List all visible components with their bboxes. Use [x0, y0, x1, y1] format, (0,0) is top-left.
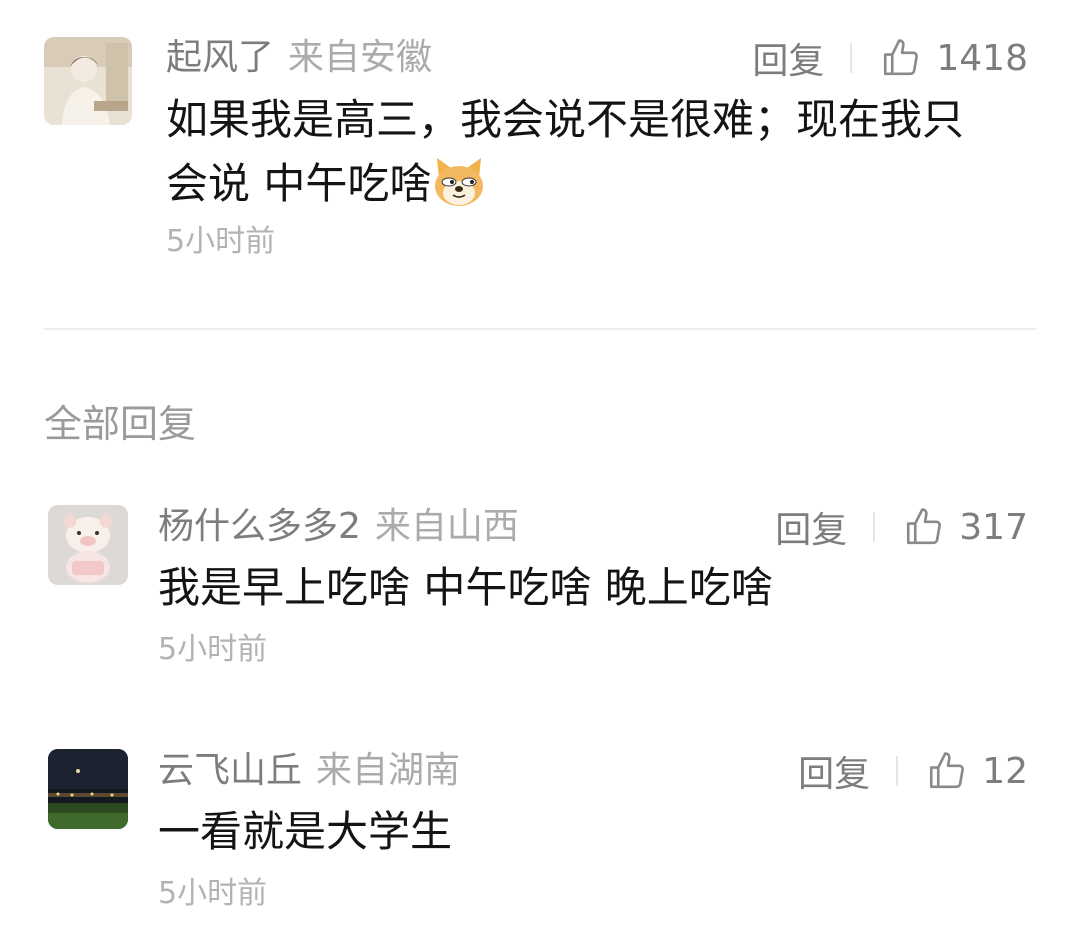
- like-button[interactable]: 1418: [880, 37, 1028, 79]
- like-button[interactable]: 317: [903, 506, 1028, 548]
- comment-text-line: 会说 中午吃啥: [166, 152, 964, 226]
- thumbs-up-icon: [907, 508, 942, 545]
- like-count: 317: [959, 506, 1028, 548]
- actions-divider: [850, 43, 853, 73]
- reply-location: 来自山西: [374, 506, 519, 547]
- reply-author-name[interactable]: 云飞山丘: [158, 750, 302, 791]
- avatar[interactable]: [44, 37, 132, 125]
- reply-location: 来自湖南: [316, 750, 461, 791]
- reply-actions: 回复 317: [775, 505, 1028, 552]
- comment-actions: 回复 1418: [752, 36, 1028, 83]
- reply-button[interactable]: 回复: [752, 32, 824, 84]
- thumbs-up-icon: [884, 39, 919, 76]
- reply-timestamp: 5小时前: [158, 876, 268, 911]
- comment-author-line: 起风了 来自安徽: [166, 36, 432, 80]
- comment-author-name[interactable]: 起风了: [166, 37, 274, 78]
- actions-divider: [896, 756, 899, 786]
- reply-text: 我是早上吃啥 中午吃啥 晚上吃啥: [158, 563, 773, 612]
- comment-location: 来自安徽: [288, 37, 433, 78]
- reply-actions: 回复 12: [798, 749, 1028, 796]
- reply-button[interactable]: 回复: [798, 745, 870, 797]
- avatar[interactable]: [48, 749, 128, 829]
- avatar-illustration-icon: [44, 37, 132, 125]
- comment-text-line: 如果我是高三，我会说不是很难；现在我只: [166, 95, 965, 144]
- like-count: 1418: [936, 37, 1028, 79]
- comment-timestamp: 5小时前: [166, 224, 276, 259]
- thumbs-up-icon: [930, 752, 965, 789]
- section-divider: [44, 328, 1036, 330]
- reply-timestamp: 5小时前: [158, 632, 268, 667]
- like-count: 12: [982, 750, 1028, 792]
- avatar-pig-plush-icon: [48, 505, 128, 585]
- reply-text: 一看就是大学生: [158, 807, 453, 856]
- actions-divider: [873, 512, 876, 542]
- comment-text: 如果我是高三，我会说不是很难；现在我只 会说 中午吃啥: [166, 88, 964, 226]
- like-button[interactable]: 12: [926, 750, 1028, 792]
- doge-emoji-icon: [431, 156, 487, 226]
- reply-author-line: 云飞山丘 来自湖南: [158, 749, 460, 793]
- reply-button[interactable]: 回复: [775, 501, 847, 553]
- avatar-night-landscape-icon: [48, 749, 128, 829]
- reply-author-line: 杨什么多多2 来自山西: [158, 505, 519, 549]
- all-replies-heading: 全部回复: [44, 402, 197, 446]
- reply-author-name[interactable]: 杨什么多多2: [158, 506, 361, 547]
- comment-text-segment: 会说 中午吃啥: [166, 159, 432, 208]
- avatar[interactable]: [48, 505, 128, 585]
